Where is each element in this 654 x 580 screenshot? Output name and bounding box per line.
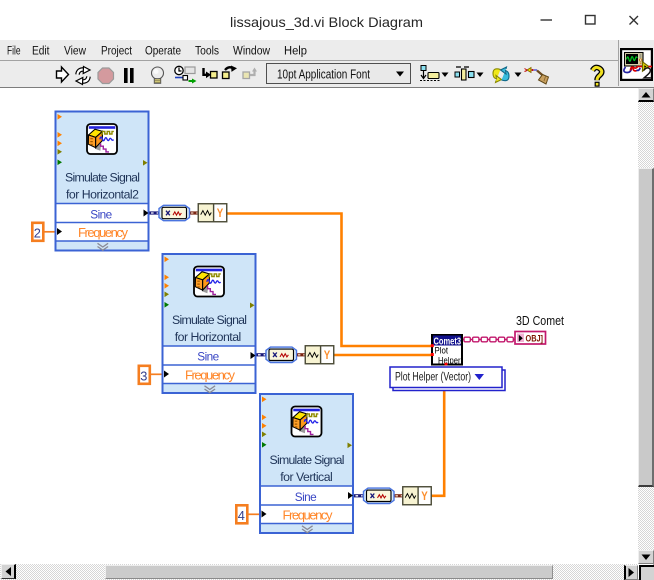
svg-text:Sine: Sine <box>90 207 112 221</box>
svg-text:Edit: Edit <box>32 44 50 58</box>
svg-text:Frequency: Frequency <box>78 225 129 240</box>
svg-text:Simulate Signal: Simulate Signal <box>65 171 140 185</box>
svg-text:View: View <box>64 44 86 58</box>
svg-text:Project: Project <box>101 44 132 58</box>
svg-text:Plot Helper (Vector): Plot Helper (Vector) <box>395 370 471 384</box>
svg-text:for Vertical: for Vertical <box>280 470 333 484</box>
svg-text:for Horizontal2: for Horizontal2 <box>66 187 139 201</box>
svg-text:3: 3 <box>140 369 147 384</box>
svg-text:10pt Application Font: 10pt Application Font <box>277 68 370 82</box>
svg-text:4: 4 <box>238 508 245 523</box>
svg-text:3D Comet: 3D Comet <box>516 314 564 328</box>
svg-text:Tools: Tools <box>195 44 219 58</box>
svg-text:Operate: Operate <box>145 44 181 58</box>
svg-text:Frequency: Frequency <box>185 367 236 382</box>
svg-text:File: File <box>7 44 21 58</box>
svg-text:for Horizontal: for Horizontal <box>175 330 242 344</box>
svg-text:Frequency: Frequency <box>283 508 334 523</box>
svg-text:Sine: Sine <box>295 490 317 504</box>
svg-text:Simulate Signal: Simulate Signal <box>270 453 345 467</box>
svg-text:lissajous_3d.vi Block Diagram: lissajous_3d.vi Block Diagram <box>230 14 423 30</box>
svg-text:Helper: Helper <box>438 356 461 367</box>
svg-text:Help: Help <box>284 44 307 58</box>
svg-text:Window: Window <box>233 44 270 58</box>
svg-text:OBJ]: OBJ] <box>526 334 544 345</box>
svg-text:Sine: Sine <box>197 350 219 364</box>
svg-text:Simulate Signal: Simulate Signal <box>172 313 247 327</box>
svg-text:2: 2 <box>34 226 41 241</box>
